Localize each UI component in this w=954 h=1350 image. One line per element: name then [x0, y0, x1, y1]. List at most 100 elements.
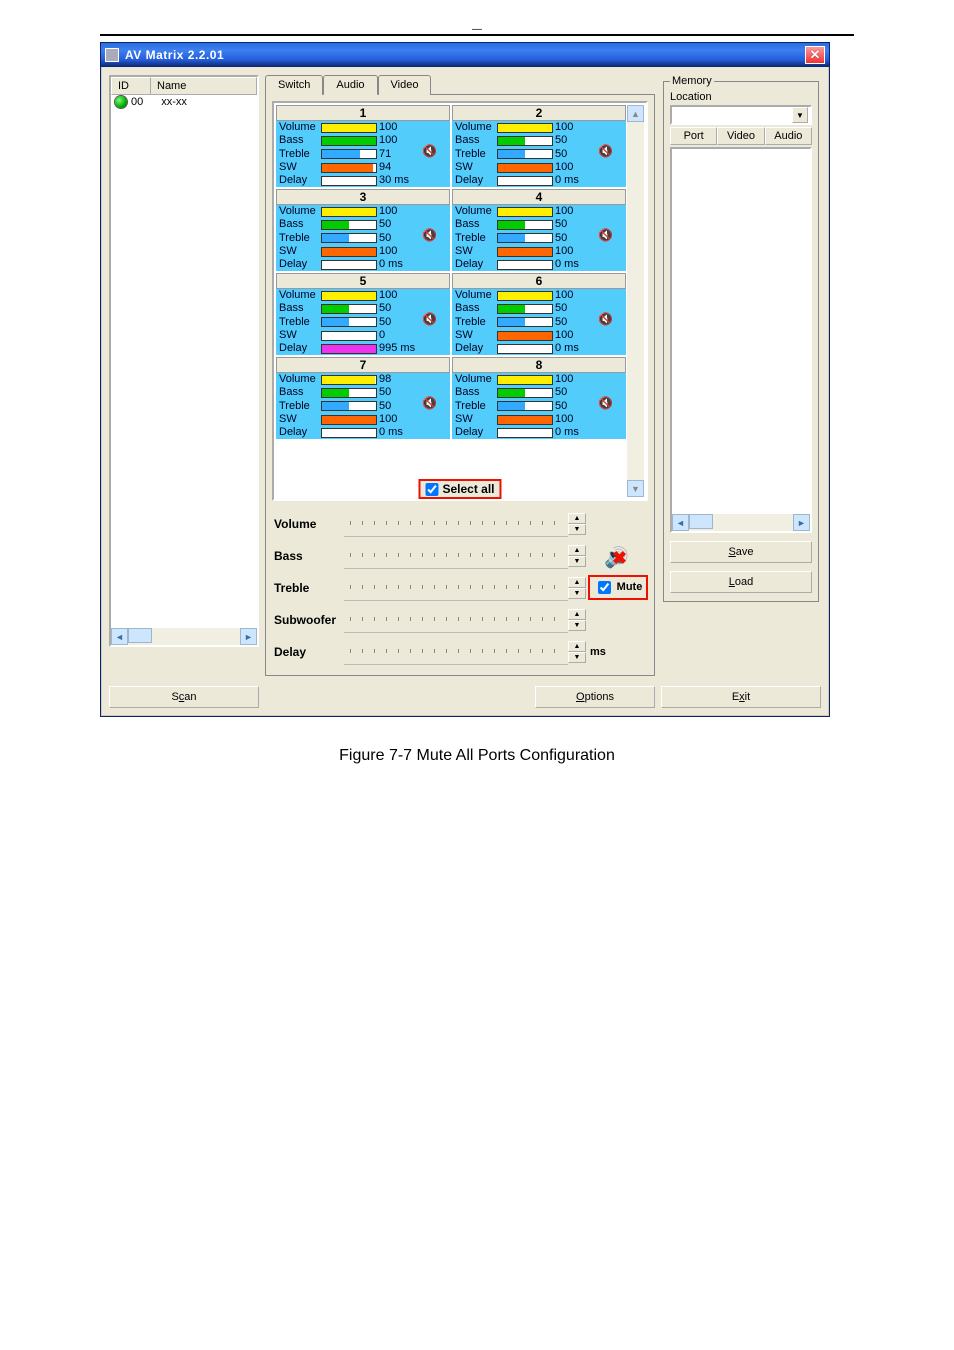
param-bar[interactable] — [321, 331, 377, 341]
param-bar[interactable] — [321, 136, 377, 146]
port-card[interactable]: 8 Volume 100 Bass 50 Treble 50 SW 100 De… — [452, 357, 626, 439]
global-delay-spin[interactable]: ▲▼ — [568, 641, 586, 663]
param-bar[interactable] — [321, 375, 377, 385]
port-card-header[interactable]: 2 — [452, 105, 626, 121]
param-bar[interactable] — [321, 247, 377, 257]
param-bar[interactable] — [497, 176, 553, 186]
param-bar[interactable] — [321, 291, 377, 301]
port-mute-icon[interactable] — [423, 399, 437, 413]
list-hscroll[interactable]: ◄ ► — [111, 628, 257, 645]
chevron-down-icon[interactable]: ▼ — [792, 107, 808, 123]
scroll-right-icon[interactable]: ► — [793, 514, 810, 531]
tab-switch[interactable]: Switch — [265, 75, 323, 95]
param-bar[interactable] — [321, 220, 377, 230]
global-volume-slider[interactable] — [344, 511, 568, 537]
options-button[interactable]: Options — [535, 686, 655, 708]
param-bar[interactable] — [321, 388, 377, 398]
close-button[interactable]: ✕ — [805, 46, 825, 64]
scroll-left-icon[interactable]: ◄ — [111, 628, 128, 645]
global-subwoofer-slider[interactable] — [344, 607, 568, 633]
port-card[interactable]: 1 Volume 100 Bass 100 Treble 71 SW 94 De… — [276, 105, 450, 187]
param-bar[interactable] — [321, 207, 377, 217]
mem-col-audio[interactable]: Audio — [765, 127, 812, 145]
param-bar[interactable] — [497, 136, 553, 146]
port-card[interactable]: 7 Volume 98 Bass 50 Treble 50 SW 100 Del… — [276, 357, 450, 439]
port-mute-icon[interactable] — [423, 315, 437, 329]
global-bass-slider[interactable] — [344, 543, 568, 569]
param-bar[interactable] — [497, 375, 553, 385]
param-bar[interactable] — [497, 388, 553, 398]
port-mute-icon[interactable] — [599, 147, 613, 161]
param-bar[interactable] — [321, 163, 377, 173]
global-mute-check-input[interactable] — [598, 581, 611, 594]
param-bar[interactable] — [321, 304, 377, 314]
port-card[interactable]: 3 Volume 100 Bass 50 Treble 50 SW 100 De… — [276, 189, 450, 271]
port-mute-icon[interactable] — [423, 147, 437, 161]
param-bar[interactable] — [497, 331, 553, 341]
select-all-check-input[interactable] — [425, 483, 438, 496]
param-bar[interactable] — [497, 123, 553, 133]
scroll-left-icon[interactable]: ◄ — [672, 514, 689, 531]
col-id-header[interactable]: ID — [111, 77, 151, 95]
param-bar[interactable] — [497, 428, 553, 438]
tab-video[interactable]: Video — [378, 75, 432, 95]
device-row[interactable]: 00 xx-xx — [111, 95, 257, 109]
param-bar[interactable] — [321, 123, 377, 133]
param-bar[interactable] — [497, 401, 553, 411]
cards-vscroll[interactable]: ▲ ▼ — [627, 105, 644, 497]
param-bar[interactable] — [497, 291, 553, 301]
param-bar[interactable] — [321, 149, 377, 159]
global-volume-spin[interactable]: ▲▼ — [568, 513, 586, 535]
global-treble-spin[interactable]: ▲▼ — [568, 577, 586, 599]
save-button[interactable]: Save — [670, 541, 812, 563]
param-bar[interactable] — [321, 415, 377, 425]
port-card-header[interactable]: 1 — [276, 105, 450, 121]
port-card[interactable]: 2 Volume 100 Bass 50 Treble 50 SW 100 De… — [452, 105, 626, 187]
mem-col-video[interactable]: Video — [717, 127, 764, 145]
param-bar[interactable] — [497, 149, 553, 159]
location-dropdown[interactable]: ▼ — [670, 105, 812, 125]
param-bar[interactable] — [497, 304, 553, 314]
param-bar[interactable] — [497, 415, 553, 425]
exit-button[interactable]: Exit — [661, 686, 821, 708]
scroll-down-icon[interactable]: ▼ — [627, 480, 644, 497]
param-bar[interactable] — [321, 260, 377, 270]
global-subwoofer-spin[interactable]: ▲▼ — [568, 609, 586, 631]
global-treble-slider[interactable] — [344, 575, 568, 601]
param-bar[interactable] — [321, 233, 377, 243]
port-mute-icon[interactable] — [423, 231, 437, 245]
port-card-header[interactable]: 4 — [452, 189, 626, 205]
global-delay-slider[interactable] — [344, 639, 568, 665]
port-card-header[interactable]: 6 — [452, 273, 626, 289]
load-button[interactable]: Load — [670, 571, 812, 593]
memory-list[interactable]: ◄ ► — [670, 147, 812, 533]
param-bar[interactable] — [497, 163, 553, 173]
tab-audio[interactable]: Audio — [323, 75, 377, 95]
port-mute-icon[interactable] — [599, 399, 613, 413]
global-mute-checkbox[interactable]: Mute — [588, 575, 649, 600]
port-card-header[interactable]: 5 — [276, 273, 450, 289]
port-card-header[interactable]: 3 — [276, 189, 450, 205]
mem-hscroll[interactable]: ◄ ► — [672, 514, 810, 531]
param-bar[interactable] — [497, 344, 553, 354]
col-name-header[interactable]: Name — [151, 77, 257, 95]
param-bar[interactable] — [321, 428, 377, 438]
param-bar[interactable] — [321, 176, 377, 186]
param-bar[interactable] — [497, 233, 553, 243]
select-all-checkbox[interactable]: Select all — [418, 479, 501, 499]
mem-col-port[interactable]: Port — [670, 127, 717, 145]
scroll-right-icon[interactable]: ► — [240, 628, 257, 645]
port-card-header[interactable]: 8 — [452, 357, 626, 373]
scan-button[interactable]: Scan — [109, 686, 259, 708]
port-card[interactable]: 6 Volume 100 Bass 50 Treble 50 SW 100 De… — [452, 273, 626, 355]
port-card[interactable]: 4 Volume 100 Bass 50 Treble 50 SW 100 De… — [452, 189, 626, 271]
port-card[interactable]: 5 Volume 100 Bass 50 Treble 50 SW 0 Dela… — [276, 273, 450, 355]
param-bar[interactable] — [321, 344, 377, 354]
param-bar[interactable] — [497, 260, 553, 270]
port-mute-icon[interactable] — [599, 315, 613, 329]
param-bar[interactable] — [497, 220, 553, 230]
param-bar[interactable] — [497, 317, 553, 327]
global-bass-spin[interactable]: ▲▼ — [568, 545, 586, 567]
param-bar[interactable] — [321, 401, 377, 411]
port-mute-icon[interactable] — [599, 231, 613, 245]
